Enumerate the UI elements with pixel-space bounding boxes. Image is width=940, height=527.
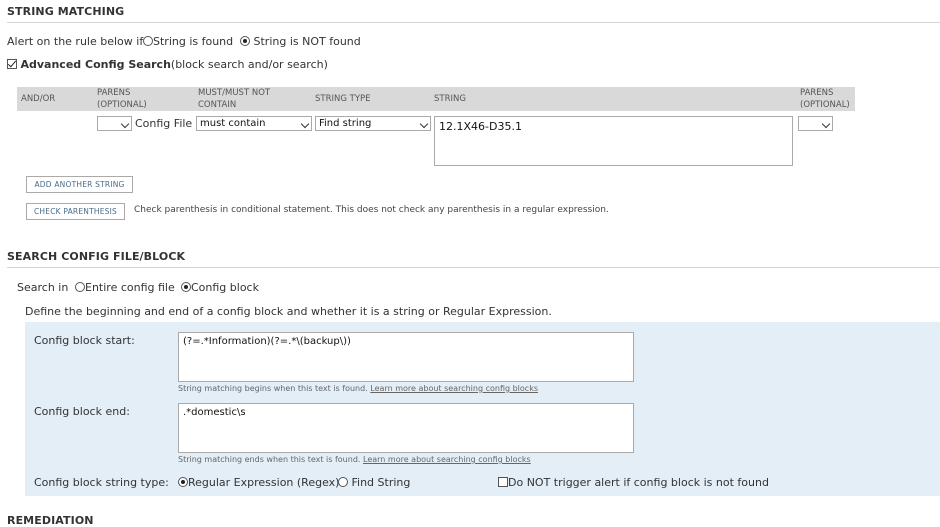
chevron-down-icon [300, 119, 310, 129]
radio-icon[interactable] [75, 282, 85, 292]
col-and-or: AND/OR [21, 94, 56, 104]
checkbox-icon[interactable] [498, 477, 508, 487]
checkbox-checked-icon[interactable] [7, 59, 17, 69]
regex-label: Regular Expression (Regex) [188, 476, 340, 489]
section-divider [7, 22, 940, 23]
col-parens-close: PARENS (OPTIONAL) [800, 87, 850, 111]
config-file-label: Config File [135, 117, 193, 130]
learn-more-link[interactable]: Learn more about searching config blocks [370, 384, 538, 393]
col-parens-open-line2: (OPTIONAL) [97, 100, 147, 110]
check-parenthesis-note: Check parenthesis in conditional stateme… [134, 205, 609, 215]
advanced-config-search-checkbox[interactable]: Advanced Config Search(block search and/… [7, 58, 328, 71]
radio-selected-icon[interactable] [181, 282, 191, 292]
radio-selected-icon[interactable] [240, 36, 250, 46]
string-type-select[interactable]: Find string [315, 116, 431, 131]
block-end-textarea[interactable]: .*domestic\s [178, 403, 634, 453]
search-in-label: Search in [17, 281, 69, 294]
block-end-hint-text: String matching ends when this text is f… [178, 455, 361, 464]
check-parenthesis-button[interactable]: CHECK PARENTHESIS [26, 203, 125, 220]
col-must-line1: MUST/MUST NOT [198, 88, 271, 98]
string-not-found-label: String is NOT found [253, 35, 361, 48]
config-block-label: Config block [191, 281, 259, 294]
string-found-radio[interactable]: String is found [143, 35, 233, 48]
block-end-label: Config block end: [34, 405, 130, 418]
col-parens-close-line2: (OPTIONAL) [800, 100, 850, 110]
advanced-config-search-suffix: (block search and/or search) [170, 58, 328, 71]
learn-more-link[interactable]: Learn more about searching config blocks [363, 455, 531, 464]
string-found-label: String is found [153, 35, 234, 48]
define-block-text: Define the beginning and end of a config… [25, 305, 552, 318]
block-end-hint: String matching ends when this text is f… [178, 455, 531, 464]
section-divider [7, 267, 940, 268]
col-parens-close-line1: PARENS [800, 88, 834, 98]
chevron-down-icon [821, 119, 831, 129]
alert-label: Alert on the rule below if [7, 35, 144, 48]
col-parens-open: PARENS (OPTIONAL) [97, 87, 147, 111]
string-textarea[interactable]: 12.1X46-D35.1 [434, 116, 793, 166]
no-trigger-checkbox[interactable]: Do NOT trigger alert if config block is … [498, 476, 769, 489]
find-string-label: Find String [351, 476, 411, 489]
string-matching-title: STRING MATCHING [7, 5, 125, 18]
find-string-radio[interactable]: Find String [338, 476, 410, 489]
block-start-label: Config block start: [34, 334, 135, 347]
entire-config-label: Entire config file [85, 281, 175, 294]
entire-config-radio[interactable]: Entire config file [75, 281, 175, 294]
regex-radio[interactable]: Regular Expression (Regex) [178, 476, 339, 489]
chevron-down-icon [419, 119, 429, 129]
must-contain-value: must contain [200, 118, 266, 129]
block-string-type-label: Config block string type: [34, 476, 169, 489]
advanced-config-search-label: Advanced Config Search [20, 58, 171, 71]
block-start-textarea[interactable]: (?=.*Information)(?=.*\(backup\)) [178, 332, 634, 382]
string-not-found-radio[interactable]: String is NOT found [240, 35, 361, 48]
col-must-line2: CONTAIN [198, 100, 237, 110]
parens-open-select[interactable] [97, 116, 132, 131]
radio-icon[interactable] [143, 36, 153, 46]
search-config-title: SEARCH CONFIG FILE/BLOCK [7, 250, 186, 263]
add-another-string-button[interactable]: ADD ANOTHER STRING [26, 176, 133, 193]
radio-selected-icon[interactable] [178, 477, 188, 487]
chevron-down-icon [120, 119, 130, 129]
must-contain-select[interactable]: must contain [196, 116, 312, 131]
radio-icon[interactable] [338, 477, 348, 487]
no-trigger-label: Do NOT trigger alert if config block is … [508, 476, 769, 489]
col-parens-open-line1: PARENS [97, 88, 131, 98]
col-string-type: STRING TYPE [315, 94, 371, 104]
block-start-hint: String matching begins when this text is… [178, 384, 538, 393]
col-must: MUST/MUST NOT CONTAIN [198, 87, 270, 111]
remediation-title: REMEDIATION [7, 514, 94, 527]
block-start-hint-text: String matching begins when this text is… [178, 384, 368, 393]
string-type-value: Find string [319, 118, 372, 129]
col-string: STRING [434, 94, 466, 104]
config-block-radio[interactable]: Config block [181, 281, 259, 294]
parens-close-select[interactable] [798, 116, 833, 131]
